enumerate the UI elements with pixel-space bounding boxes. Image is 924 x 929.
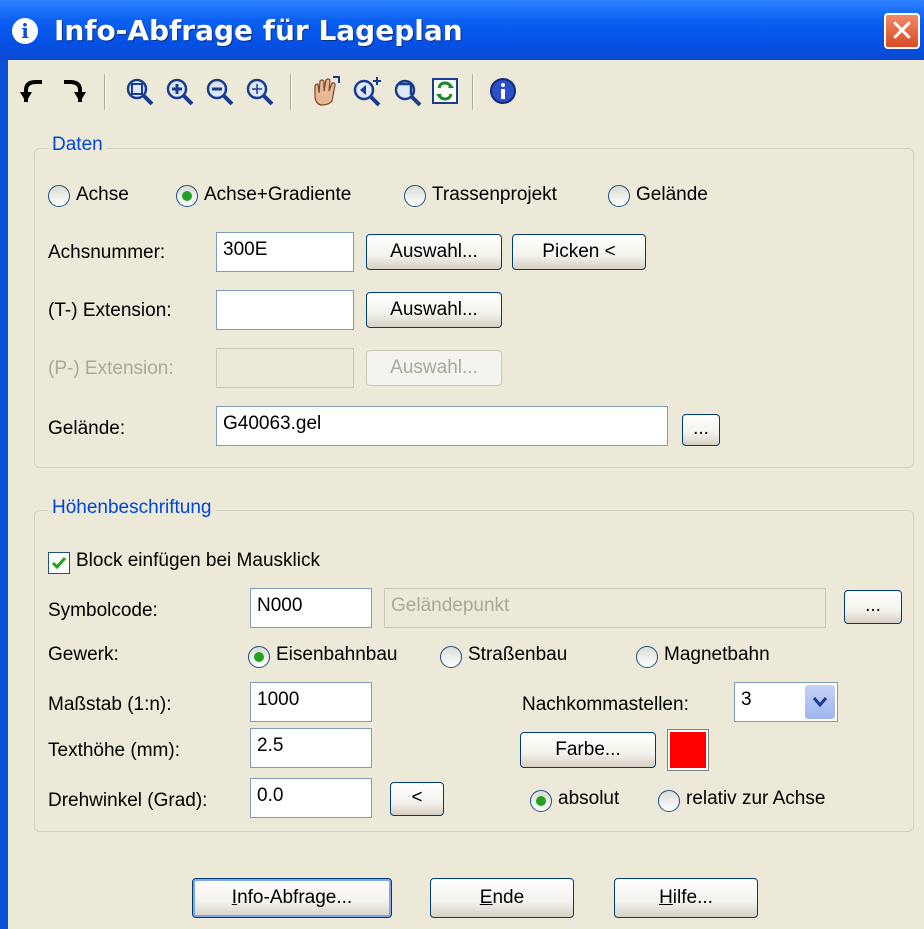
symbolcode-label: Symbolcode:: [48, 600, 158, 621]
window-title: Info-Abfrage für Lageplan: [54, 14, 463, 47]
radio-relativ[interactable]: [658, 790, 680, 812]
info-icon: i: [12, 18, 38, 44]
t-extension-label: (T-) Extension:: [48, 300, 172, 321]
pan-icon[interactable]: [308, 74, 342, 108]
radio-trassenprojekt[interactable]: [404, 185, 426, 207]
dialog-client: Daten Achse Achse+Gradiente Trassenproje…: [8, 60, 924, 929]
toolbar-separator: [290, 74, 292, 110]
gelaende-label: Gelände:: [48, 418, 126, 439]
radio-achse-label: Achse: [76, 184, 129, 205]
achsnummer-label: Achsnummer:: [48, 242, 166, 263]
achsnummer-auswahl-button[interactable]: Auswahl...: [366, 234, 502, 270]
ende-mnemonic: E: [479, 887, 493, 908]
zoom-pick-icon[interactable]: [350, 74, 384, 108]
radio-strassenbau[interactable]: [440, 646, 462, 668]
ende-label: nde: [492, 887, 525, 908]
toolbar-separator: [104, 74, 106, 110]
texthoehe-input[interactable]: 2.5: [250, 728, 372, 768]
color-swatch: [667, 729, 709, 771]
t-extension-auswahl-button[interactable]: Auswahl...: [366, 292, 502, 328]
chevron-down-icon[interactable]: [805, 685, 835, 719]
radio-strassenbau-label: Straßenbau: [468, 644, 568, 665]
t-extension-input[interactable]: [216, 290, 354, 330]
title-bar[interactable]: i Info-Abfrage für Lageplan ✕: [0, 0, 924, 60]
hilfe-button[interactable]: Hilfe...: [614, 878, 758, 918]
zoom-all-icon[interactable]: [242, 74, 276, 108]
gelaende-browse-button[interactable]: ...: [682, 414, 720, 446]
radio-gelaende[interactable]: [608, 185, 630, 207]
texthoehe-label: Texthöhe (mm):: [48, 740, 180, 761]
hilfe-mnemonic: H: [659, 887, 673, 908]
daten-legend: Daten: [48, 134, 107, 156]
dialog-window: i Info-Abfrage für Lageplan ✕ Daten Achs…: [0, 0, 924, 929]
zoom-previous-icon[interactable]: [390, 74, 424, 108]
farbe-button[interactable]: Farbe...: [520, 732, 656, 768]
radio-eisenbahnbau[interactable]: [248, 646, 270, 668]
info-abfrage-label: nfo-Abfrage...: [237, 887, 353, 908]
info-abfrage-button[interactable]: Info-Abfrage...: [192, 878, 392, 918]
block-checkbox[interactable]: [48, 552, 70, 574]
drehwinkel-label: Drehwinkel (Grad):: [48, 790, 208, 811]
ende-button[interactable]: Ende: [430, 878, 574, 918]
radio-absolut-label: absolut: [558, 788, 620, 809]
p-extension-label: (P-) Extension:: [48, 358, 174, 379]
radio-gelaende-label: Gelände: [636, 184, 708, 205]
zoom-window-icon[interactable]: [122, 74, 156, 108]
radio-achse-gradiente[interactable]: [176, 185, 198, 207]
radio-magnetbahn[interactable]: [636, 646, 658, 668]
picken-button[interactable]: Picken <: [512, 234, 646, 270]
zoom-in-icon[interactable]: [162, 74, 196, 108]
radio-achse-gradiente-label: Achse+Gradiente: [204, 184, 352, 205]
symbol-description: Geländepunkt: [384, 588, 826, 628]
achsnummer-input[interactable]: 300E: [216, 232, 354, 272]
toolbar-separator: [472, 74, 474, 110]
nachkommastellen-value: 3: [741, 689, 752, 710]
hoehen-legend: Höhenbeschriftung: [48, 497, 216, 519]
gewerk-label: Gewerk:: [48, 644, 119, 665]
zoom-out-icon[interactable]: [202, 74, 236, 108]
drehwinkel-input[interactable]: 0.0: [250, 778, 372, 818]
redo-icon[interactable]: [56, 74, 90, 108]
massstab-label: Maßstab (1:n):: [48, 694, 172, 715]
hilfe-label: ilfe...: [672, 887, 713, 908]
radio-absolut[interactable]: [530, 790, 552, 812]
undo-icon[interactable]: [16, 74, 50, 108]
radio-trassenprojekt-label: Trassenprojekt: [432, 184, 557, 205]
symbolcode-input[interactable]: N000: [250, 588, 372, 628]
drehwinkel-pick-button[interactable]: <: [390, 782, 444, 816]
massstab-input[interactable]: 1000: [250, 682, 372, 722]
info-icon[interactable]: [486, 74, 520, 108]
p-extension-input: [216, 348, 354, 388]
p-extension-auswahl-button: Auswahl...: [366, 350, 502, 386]
gelaende-input[interactable]: G40063.gel: [216, 406, 668, 446]
radio-magnetbahn-label: Magnetbahn: [664, 644, 770, 665]
nachkommastellen-label: Nachkommastellen:: [522, 694, 689, 715]
radio-relativ-label: relativ zur Achse: [686, 788, 826, 809]
symbol-browse-button[interactable]: ...: [844, 590, 902, 624]
radio-achse[interactable]: [48, 185, 70, 207]
regenerate-icon[interactable]: [428, 74, 462, 108]
close-button[interactable]: ✕: [884, 13, 920, 49]
nachkommastellen-select[interactable]: 3: [734, 682, 838, 722]
block-checkbox-label: Block einfügen bei Mausklick: [76, 550, 320, 571]
radio-eisenbahnbau-label: Eisenbahnbau: [276, 644, 398, 665]
